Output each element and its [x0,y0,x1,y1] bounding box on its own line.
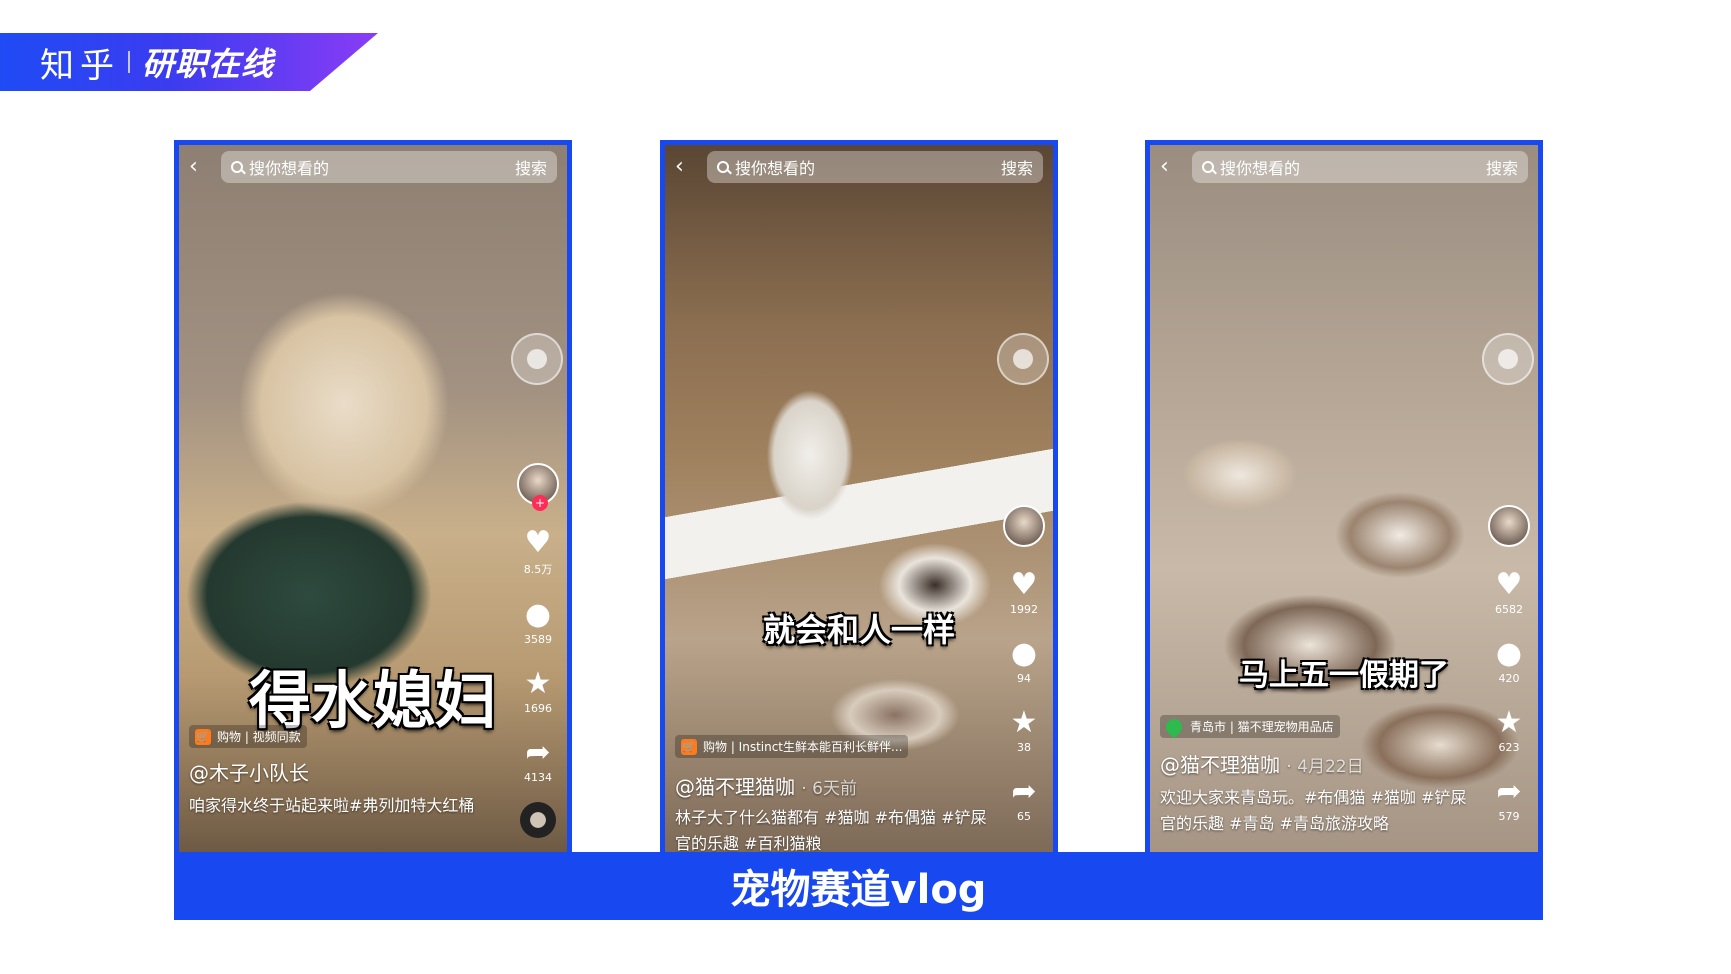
favorite-button[interactable]: ★ 38 [1010,705,1038,755]
location-pin-icon [1162,715,1186,738]
search-button[interactable]: 搜索 [515,155,547,179]
search-button[interactable]: 搜索 [1001,155,1033,179]
brand-logo: 知乎 [40,45,120,86]
like-button[interactable]: ♥ 8.5万 [524,527,553,577]
joystick-icon[interactable] [511,333,563,385]
shop-tag-label: 购物 | Instinct生鲜本能百利长鲜伴... [703,740,903,754]
search-icon [231,161,243,173]
favorite-button[interactable]: ★ 623 [1495,705,1523,755]
share-icon: ➦ [525,735,551,770]
share-icon: ➦ [1496,774,1522,809]
shop-tag[interactable]: 🛒 购物 | Instinct生鲜本能百利长鲜伴... [675,735,909,758]
shop-tag[interactable]: 🛒 购物 | 视频同款 [189,725,307,748]
heart-icon: ♥ [524,525,552,560]
share-button[interactable]: ➦ 65 [1011,774,1037,824]
like-count: 6582 [1495,603,1523,616]
cart-icon: 🛒 [195,728,211,745]
avatar[interactable] [1003,505,1045,547]
comment-count: 3589 [524,633,552,646]
star-icon: ★ [1495,705,1523,740]
back-icon[interactable]: ‹ [1160,155,1184,179]
search-bar: ‹ 搜你想看的 搜索 [179,145,567,189]
avatar[interactable] [1488,505,1530,547]
banner-slogan: 研职在线 [142,45,275,83]
author-handle: @猫不理猫咖 [1160,753,1280,777]
search-placeholder: 搜你想看的 [735,159,816,178]
favorite-count: 623 [1498,741,1520,754]
author-name[interactable]: @猫不理猫咖 · 6天前 [675,771,857,800]
search-icon [1202,161,1214,173]
search-placeholder: 搜你想看的 [249,159,330,178]
phone-screenshot-3: ‹ 搜你想看的 搜索 ♥ 6582 ● 420 ★ 623 ➦ 579 马上五一… [1145,140,1543,857]
search-placeholder: 搜你想看的 [1220,159,1301,178]
like-count: 8.5万 [523,563,553,576]
joystick-icon[interactable] [1482,333,1534,385]
slide-caption: 宠物赛道vlog [174,852,1543,920]
avatar[interactable]: + [517,463,559,511]
location-tag-label: 青岛市 | 猫不理宠物用品店 [1190,720,1334,734]
back-icon[interactable]: ‹ [189,155,213,179]
share-button[interactable]: ➦ 4134 [524,735,552,785]
video-subtitle: 马上五一假期了 [1239,658,1449,693]
share-count: 579 [1498,810,1520,823]
author-name[interactable]: @木子小队长 [189,757,309,786]
video-description: 欢迎大家来青岛玩。#布偶猫 #猫咖 #铲屎官的乐趣 #青岛 #青岛旅游攻略 [1160,788,1467,833]
joystick-knob [1498,349,1518,369]
video-subtitle: 就会和人一样 [762,611,955,649]
heart-icon: ♥ [1010,567,1038,602]
banner-divider [128,51,130,73]
star-icon: ★ [1010,705,1038,740]
search-input[interactable]: 搜你想看的 搜索 [221,151,557,183]
author-handle: @木子小队长 [189,761,309,785]
joystick-knob [1013,349,1033,369]
author-name[interactable]: @猫不理猫咖 · 4月22日 [1160,749,1364,778]
cart-icon: 🛒 [681,738,697,755]
zhihu-banner: 知乎 研职在线 [0,33,378,91]
location-tag[interactable]: 青岛市 | 猫不理宠物用品店 [1160,715,1340,738]
shop-tag-label: 购物 | 视频同款 [217,730,301,744]
share-button[interactable]: ➦ 579 [1496,774,1522,824]
search-bar: ‹ 搜你想看的 搜索 [665,145,1053,189]
video-frame [1150,145,1538,852]
follow-plus-icon[interactable]: + [532,495,548,511]
action-rail: ♥ 1992 ● 94 ★ 38 ➦ 65 [1001,505,1047,823]
search-input[interactable]: 搜你想看的 搜索 [707,151,1043,183]
search-button[interactable]: 搜索 [1486,155,1518,179]
comment-count: 94 [1017,672,1031,685]
joystick-icon[interactable] [997,333,1049,385]
music-disc-icon[interactable] [520,802,556,838]
author-handle: @猫不理猫咖 [675,775,795,799]
video-description: 咱家得水终于站起来啦#弗列加特大红桶 [189,796,475,815]
phone-screenshot-1: ‹ 搜你想看的 搜索 + ♥ 8.5万 ● 3589 ★ 1696 ➦ 4134… [174,140,572,857]
heart-icon: ♥ [1495,567,1523,602]
video-description: 林子大了什么猫都有 #猫咖 #布偶猫 #铲屎官的乐趣 #百利猫粮 [675,808,987,853]
comment-button[interactable]: ● 3589 [524,597,552,647]
comment-icon: ● [524,597,552,632]
search-bar: ‹ 搜你想看的 搜索 [1150,145,1538,189]
post-time: · 6天前 [801,779,857,799]
share-count: 4134 [524,771,552,784]
back-icon[interactable]: ‹ [675,155,699,179]
search-input[interactable]: 搜你想看的 搜索 [1192,151,1528,183]
share-icon: ➦ [1011,774,1037,809]
joystick-knob [527,349,547,369]
favorite-count: 38 [1017,741,1031,754]
like-button[interactable]: ♥ 6582 [1495,567,1523,617]
phone-screenshot-2: ‹ 搜你想看的 搜索 ♥ 1992 ● 94 ★ 38 ➦ 65 就会和人一样 … [660,140,1058,857]
search-icon [717,161,729,173]
post-time: · 4月22日 [1286,757,1364,777]
share-count: 65 [1016,810,1031,823]
